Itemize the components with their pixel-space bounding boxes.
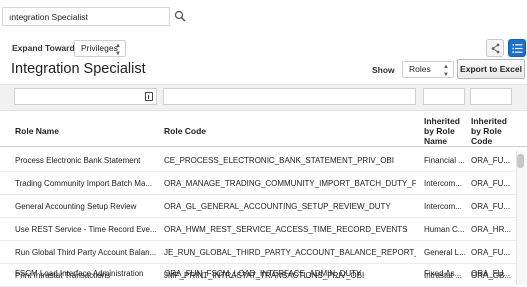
calendar-icon[interactable] [145, 92, 153, 101]
expand-toward-value: Privileges [81, 43, 118, 53]
table-row[interactable]: Run Global Third Party Account Balan... … [0, 241, 516, 264]
inherited-role-name-filter[interactable] [423, 88, 465, 105]
inherited-role-code-cell: ORA_FU... [471, 248, 511, 257]
table-row[interactable]: Use REST Service - Time Record Eve... OR… [0, 218, 516, 241]
table-row[interactable]: General Accounting Setup Review ORA_GL_G… [0, 195, 516, 218]
inherited-role-name-cell: Intercom... [424, 179, 462, 188]
role-code-cell: ORA_HWM_REST_SERVICE_ACCESS_TIME_RECORD_… [164, 225, 408, 234]
role-code-cell: ORA_GL_GENERAL_ACCOUNTING_SETUP_REVIEW_D… [164, 202, 391, 211]
inherited-role-name-cell: General L... [424, 248, 465, 257]
inherited-role-code-cell: ORA_FU... [471, 179, 511, 188]
search-input[interactable] [2, 7, 170, 26]
column-header-role-name[interactable]: Role Name [15, 126, 59, 136]
chevron-up-down-icon: ▲ ▼ [115, 43, 121, 57]
inherited-role-code-cell: ORA_FU... [471, 269, 511, 278]
header-divider [0, 146, 527, 147]
list-view-icon [512, 44, 523, 53]
role-name-cell: General Accounting Setup Review [15, 202, 137, 211]
role-code-cell: JE_RUN_GLOBAL_THIRD_PARTY_ACCOUNT_BALANC… [164, 248, 416, 257]
role-code-cell: ORA_MANAGE_TRADING_COMMUNITY_IMPORT_BATC… [164, 179, 416, 188]
inherited-role-name-cell: Financial ... [424, 156, 465, 165]
role-name-cell: FSCM Load Interface Administration [15, 269, 144, 278]
column-header-inherited-by-role-name[interactable]: Inherited by Role Name [424, 116, 468, 146]
role-name-cell: Trading Community Import Batch Ma... [15, 179, 153, 188]
inherited-role-code-cell: ORA_HR... [471, 225, 511, 234]
expand-toward-select[interactable]: Privileges ▲ ▼ [74, 40, 126, 57]
show-select[interactable]: Roles ▲ ▼ [402, 61, 454, 78]
hierarchy-view-button[interactable] [486, 39, 504, 57]
role-name-filter[interactable] [14, 88, 157, 105]
show-value: Roles [409, 64, 431, 74]
role-code-cell: CE_PROCESS_ELECTRONIC_BANK_STATEMENT_PRI… [164, 156, 394, 165]
role-name-cell: Use REST Service - Time Record Eve... [15, 225, 156, 234]
scrollbar-thumb[interactable] [517, 154, 524, 168]
inherited-role-name-cell: Human C... [424, 225, 465, 234]
role-name-cell: Run Global Third Party Account Balan... [15, 248, 156, 257]
role-code-filter[interactable] [163, 88, 416, 105]
inherited-role-code-filter[interactable] [470, 88, 512, 105]
export-to-excel-button[interactable]: Export to Excel [457, 59, 525, 79]
table-scrollbar[interactable] [516, 151, 526, 285]
role-code-cell: ORA_FUN_FSCM_LOAD_INTERFACE_ADMIN_DUTY [164, 269, 362, 278]
search-icon[interactable] [174, 10, 186, 22]
column-header-role-code[interactable]: Role Code [164, 126, 206, 136]
inherited-role-code-cell: ORA_FU... [471, 156, 511, 165]
table-row[interactable]: FSCM Load Interface Administration ORA_F… [0, 268, 516, 285]
table-row[interactable]: Trading Community Import Batch Ma... ORA… [0, 172, 516, 195]
inherited-role-name-cell: Intercom... [424, 202, 462, 211]
inherited-role-name-cell: Fixed As... [424, 269, 462, 278]
page-title: Integration Specialist [11, 61, 146, 77]
expand-toward-label: Expand Toward [12, 43, 75, 53]
show-label: Show [372, 65, 395, 75]
column-header-inherited-by-role-code[interactable]: Inherited by Role Code [471, 116, 515, 146]
chevron-up-down-icon: ▲ ▼ [443, 64, 449, 78]
hierarchy-view-icon [491, 43, 500, 54]
role-name-cell: Process Electronic Bank Statement [15, 156, 141, 165]
list-view-button[interactable] [508, 39, 526, 57]
inherited-role-code-cell: ORA_FU... [471, 202, 511, 211]
table-row[interactable]: Process Electronic Bank Statement CE_PRO… [0, 149, 516, 172]
